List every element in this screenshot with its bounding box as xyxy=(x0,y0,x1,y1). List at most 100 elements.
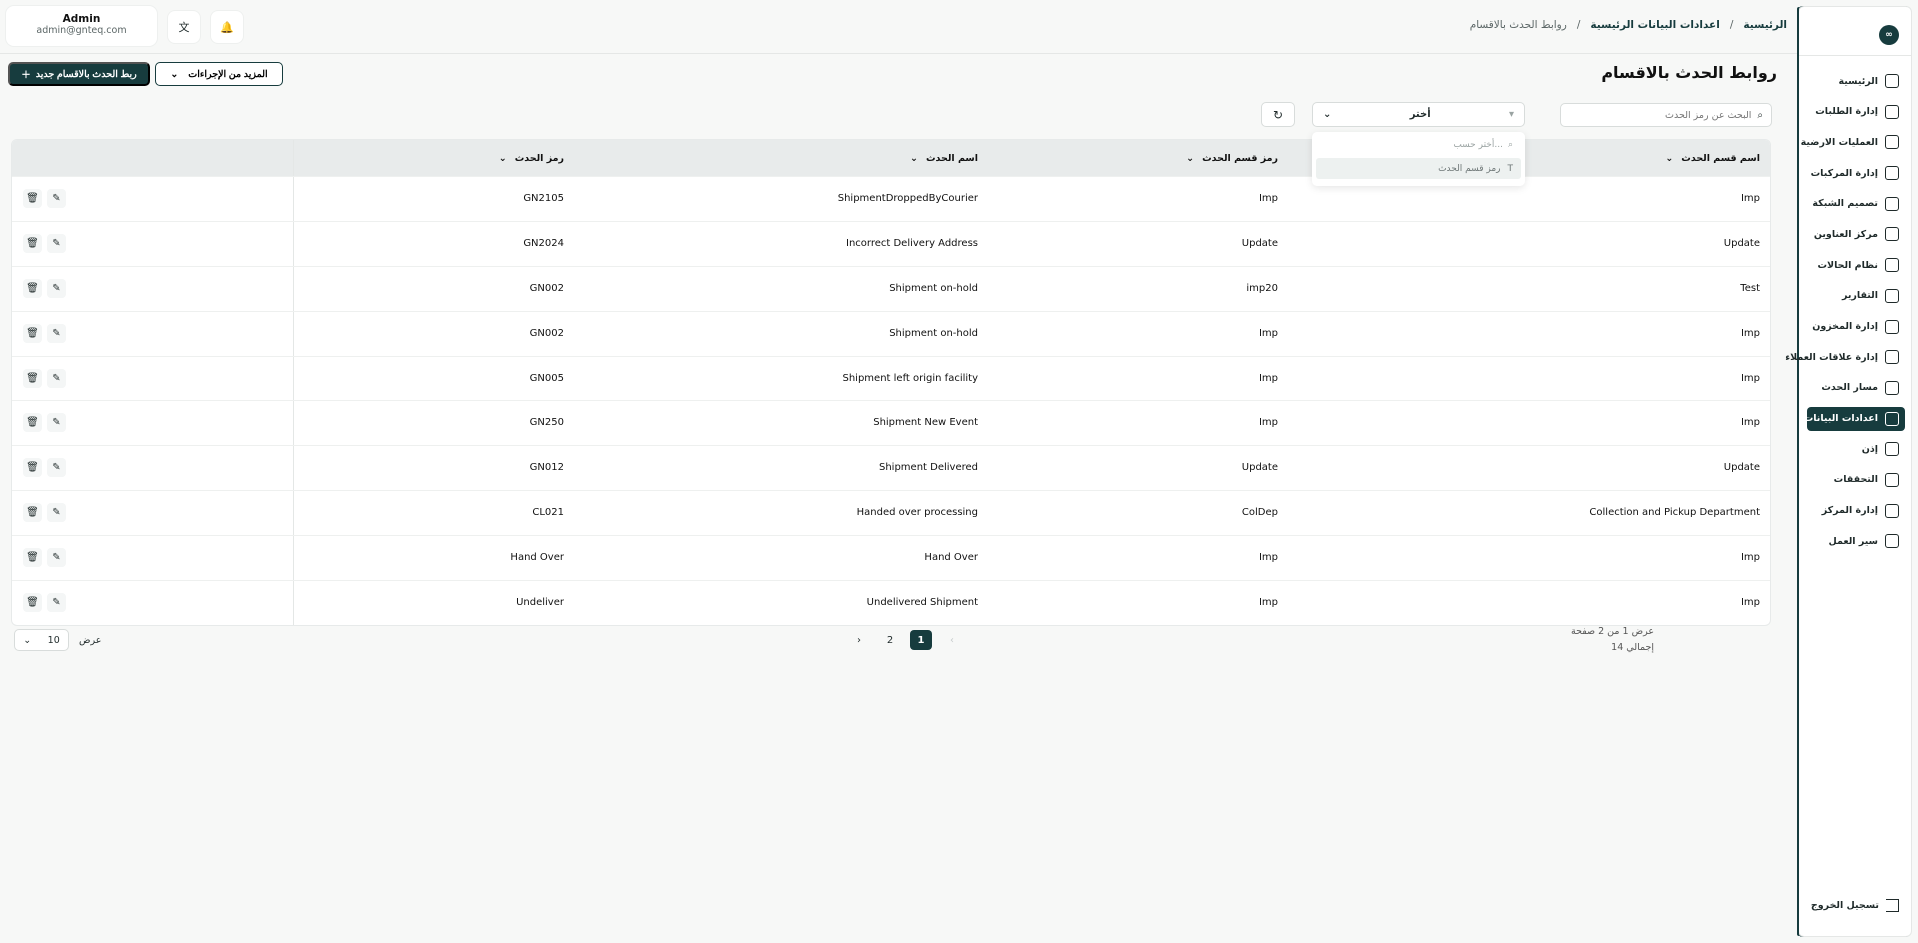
sidebar-item-dashboard[interactable]: الرئيسية xyxy=(1807,69,1905,93)
cell-event-code: Undeliver xyxy=(516,597,564,609)
edit-icon[interactable]: ✎ xyxy=(47,548,66,568)
delete-icon[interactable]: 🗑 xyxy=(23,323,42,343)
edit-icon[interactable]: ✎ xyxy=(47,233,66,253)
sidebar-item-permission[interactable]: إذن xyxy=(1807,437,1905,461)
sidebar-item-network-design[interactable]: تصميم الشبكة xyxy=(1807,192,1905,216)
dropdown-search[interactable]: ⌕ أختر حسب... xyxy=(1316,136,1521,154)
table-row: Imp Imp Shipment New Event GN250 🗑 ✎ xyxy=(12,400,1770,446)
edit-icon[interactable]: ✎ xyxy=(47,593,66,613)
sidebar-item-center-management[interactable]: إدارة المركز xyxy=(1807,499,1905,523)
cell-department-name: Imp xyxy=(1740,597,1760,609)
refresh-button[interactable]: ↻ xyxy=(1261,102,1295,127)
sidebar-item-label: العمليات الارضية xyxy=(1800,136,1878,148)
logout-button[interactable]: تسجيل الخروج xyxy=(1811,899,1899,912)
sidebar-item-status-system[interactable]: نظام الحالات xyxy=(1807,253,1905,277)
database-icon xyxy=(1885,411,1899,426)
sidebar-item-label: مسار الحدث xyxy=(1821,382,1878,394)
sidebar-divider xyxy=(1799,55,1911,56)
pagination-summary: عرض 1 من 2 صفحة إجمالي 14 xyxy=(1571,624,1654,656)
sidebar-item-reports[interactable]: التقارير xyxy=(1807,284,1905,308)
inventory-icon xyxy=(1885,319,1899,334)
delete-icon[interactable]: 🗑 xyxy=(23,233,42,253)
sidebar-item-inventory[interactable]: إدارة المخزون xyxy=(1807,315,1905,339)
edit-icon[interactable]: ✎ xyxy=(47,368,66,388)
page-button-1[interactable]: 1 xyxy=(910,630,932,650)
text-field-icon: T xyxy=(1507,163,1514,174)
user-profile-card[interactable]: Admin admin@gnteq.com xyxy=(6,6,157,46)
cell-department-name: Imp xyxy=(1740,327,1760,339)
delete-icon[interactable]: 🗑 xyxy=(23,189,42,208)
breadcrumb-home[interactable]: الرئيسية xyxy=(1743,19,1787,31)
more-actions-button[interactable]: المزيد من الإجراءات ⌄ xyxy=(155,62,283,86)
sidebar-item-address-center[interactable]: مركز العناوين xyxy=(1807,222,1905,246)
cell-event-code: GN2105 xyxy=(523,193,564,204)
edit-icon[interactable]: ✎ xyxy=(47,189,66,208)
delete-icon[interactable]: 🗑 xyxy=(23,458,42,478)
column-header-department-name[interactable]: ⌄ اسم قسم الحدث xyxy=(1665,153,1760,164)
notifications-button[interactable]: 🔔 xyxy=(211,11,243,43)
sidebar-item-label: اعدادات البيانات xyxy=(1803,413,1878,425)
edit-icon[interactable]: ✎ xyxy=(47,323,66,343)
cell-event-name: Shipment left origin facility xyxy=(842,372,979,384)
page-size-control: ⌄ 10 عرض xyxy=(14,629,101,651)
row-actions: 🗑 ✎ xyxy=(23,548,66,568)
edit-icon[interactable]: ✎ xyxy=(47,278,66,298)
column-header-department-code[interactable]: ⌄ رمز قسم الحدث xyxy=(1186,153,1278,164)
sidebar-item-label: سير العمل xyxy=(1828,535,1878,547)
column-divider xyxy=(293,356,294,401)
cell-event-name: Handed over processing xyxy=(856,507,978,519)
edit-icon[interactable]: ✎ xyxy=(47,503,66,523)
dropdown-option-label: رمز قسم الحدث xyxy=(1438,163,1501,174)
logout-label: تسجيل الخروج xyxy=(1810,900,1879,911)
sidebar-item-data-settings[interactable]: اعدادات البيانات xyxy=(1803,406,1905,431)
user-email: admin@gnteq.com xyxy=(36,25,127,36)
sort-icon: ⌄ xyxy=(909,153,918,164)
delete-icon[interactable]: 🗑 xyxy=(23,503,42,523)
add-event-department-link-button[interactable]: ＋ ربط الحدث بالاقسام جديد xyxy=(8,62,150,86)
delete-icon[interactable]: 🗑 xyxy=(23,593,42,613)
search-field[interactable]: ⌕ xyxy=(1560,103,1772,127)
previous-page-button[interactable]: ‹ xyxy=(941,630,963,650)
delete-icon[interactable]: 🗑 xyxy=(23,413,42,433)
sidebar-item-ground-operations[interactable]: العمليات الارضية xyxy=(1801,130,1905,154)
page-size-select[interactable]: ⌄ 10 xyxy=(14,629,69,651)
filter-select[interactable]: ⌄ أختر ▾ xyxy=(1312,102,1525,127)
row-actions: 🗑 ✎ xyxy=(23,278,66,298)
cell-department-name: Test xyxy=(1740,282,1760,294)
sidebar-item-label: الرئيسية xyxy=(1838,75,1878,87)
sidebar-item-label: إذن xyxy=(1861,443,1878,455)
table-row: Imp Imp Undelivered Shipment Undeliver 🗑… xyxy=(12,580,1770,625)
sidebar: ∞ الرئيسية إدارة الطلبات العمليات الارضي… xyxy=(1785,6,1912,937)
column-header-event-code[interactable]: ⌄ رمز الحدث xyxy=(499,153,564,164)
translate-button[interactable]: 文 xyxy=(168,11,200,43)
delete-icon[interactable]: 🗑 xyxy=(23,368,42,388)
breadcrumb-master-data[interactable]: اعدادات البيانات الرئيسية xyxy=(1590,19,1719,31)
cell-department-code: ColDep xyxy=(1241,507,1278,519)
search-input[interactable] xyxy=(1571,109,1752,121)
delete-icon[interactable]: 🗑 xyxy=(23,278,42,298)
network-icon xyxy=(1885,196,1899,211)
sidebar-item-validations[interactable]: التحققات xyxy=(1807,468,1905,492)
bell-icon: 🔔 xyxy=(220,20,234,34)
edit-icon[interactable]: ✎ xyxy=(47,458,66,478)
sidebar-item-vehicles[interactable]: إدارة المركبات xyxy=(1807,161,1905,185)
filter-select-label: أختر xyxy=(1409,109,1431,120)
sidebar-item-orders[interactable]: إدارة الطلبات xyxy=(1807,100,1905,124)
sidebar-item-event-route[interactable]: مسار الحدث xyxy=(1807,376,1905,400)
dropdown-option-event-department-code[interactable]: T رمز قسم الحدث xyxy=(1316,158,1521,179)
page-button-2[interactable]: 2 xyxy=(879,630,901,650)
sidebar-item-crm[interactable]: إدارة علاقات العملاء xyxy=(1785,345,1905,369)
cell-department-name: Update xyxy=(1723,237,1760,249)
table-row: Imp Imp Shipment on-hold GN002 🗑 ✎ xyxy=(12,310,1770,356)
column-header-event-name[interactable]: ⌄ اسم الحدث xyxy=(910,153,978,164)
search-icon: ⌕ xyxy=(1507,140,1513,150)
filter-icon: ▾ xyxy=(1508,109,1514,120)
row-actions: 🗑 ✎ xyxy=(23,458,66,478)
edit-icon[interactable]: ✎ xyxy=(47,413,66,433)
sidebar-navigation: الرئيسية إدارة الطلبات العمليات الارضية … xyxy=(1785,69,1905,560)
next-page-button[interactable]: › xyxy=(848,630,870,650)
row-actions: 🗑 ✎ xyxy=(23,233,66,253)
page-title: روابط الحدث بالاقسام xyxy=(1601,63,1777,82)
sidebar-item-workflow[interactable]: سير العمل xyxy=(1807,529,1905,553)
delete-icon[interactable]: 🗑 xyxy=(23,548,42,568)
